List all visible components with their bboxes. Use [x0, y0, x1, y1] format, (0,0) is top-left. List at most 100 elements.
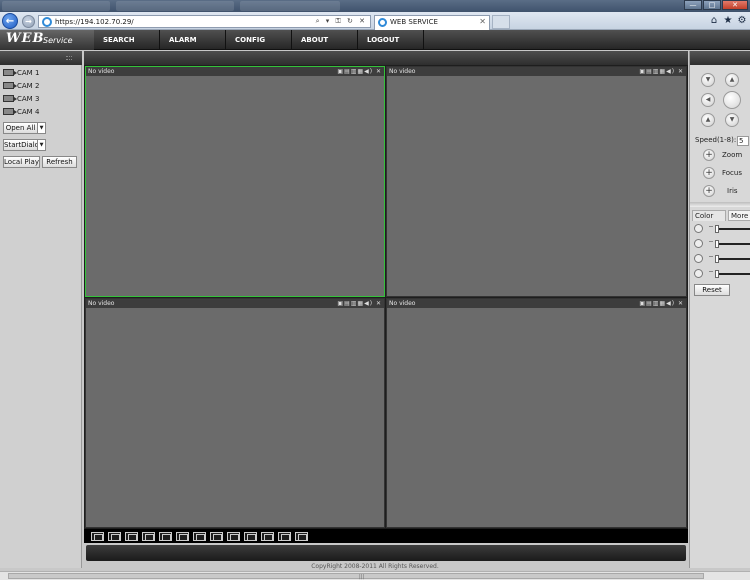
contrast-slider-row[interactable]	[694, 238, 750, 250]
pane-control-icons[interactable]: ▣▤▥▦◀) ✕	[337, 299, 382, 308]
split-layout-button-5[interactable]	[159, 532, 172, 541]
camera-icon	[3, 69, 17, 76]
open-all-dropdown-icon[interactable]: ▼	[37, 122, 46, 134]
minus-icon[interactable]	[709, 226, 713, 227]
minus-icon[interactable]	[709, 271, 713, 272]
split-layout-button-12[interactable]	[278, 532, 291, 541]
app-header: WEB Service SEARCH ALARM CONFIG ABOUT LO…	[0, 30, 750, 50]
browser-nav-bar: ← → https://194.102.70.29/ ⌕ ▾ ⚿ ↻ ✕ WEB…	[0, 12, 750, 30]
split-layout-button-7[interactable]	[193, 532, 206, 541]
camera-label: CAM 4	[17, 108, 40, 116]
speed-select[interactable]: 5	[737, 136, 749, 146]
split-layout-button-10[interactable]	[244, 532, 257, 541]
tab-color[interactable]: Color	[692, 210, 726, 221]
split-layout-button-2[interactable]	[108, 532, 121, 541]
start-dialog-dropdown-icon[interactable]: ▼	[37, 139, 46, 151]
scrollbar-thumb[interactable]: |||	[8, 573, 704, 580]
background-window-tab[interactable]	[116, 1, 234, 11]
split-layout-button-13[interactable]	[295, 532, 308, 541]
camera-item-3[interactable]: CAM 3	[3, 93, 73, 105]
saturation-slider-row[interactable]	[694, 253, 750, 265]
forward-button[interactable]: →	[22, 15, 35, 28]
background-window-tab[interactable]	[240, 1, 340, 11]
new-tab-button[interactable]	[492, 15, 510, 29]
brightness-slider-thumb[interactable]	[715, 225, 719, 233]
pane-control-icons[interactable]: ▣▤▥▦◀) ✕	[337, 67, 382, 76]
ptz-up-left-button[interactable]: ▼	[701, 73, 715, 87]
menu-search[interactable]: SEARCH	[94, 30, 160, 50]
split-layout-button-6[interactable]	[176, 532, 189, 541]
video-pane-4[interactable]: No video ▣▤▥▦◀) ✕	[386, 298, 687, 528]
minus-icon[interactable]	[709, 256, 713, 257]
back-button[interactable]: ←	[2, 13, 18, 29]
hue-slider-row[interactable]	[694, 268, 750, 280]
address-bar[interactable]: https://194.102.70.29/ ⌕ ▾ ⚿ ↻ ✕	[38, 15, 371, 28]
menu-logout[interactable]: LOGOUT	[358, 30, 424, 50]
video-pane-1[interactable]: No video ▣▤▥▦◀) ✕	[85, 66, 385, 297]
pane-title-bar: No video ▣▤▥▦◀) ✕	[86, 67, 384, 76]
split-layout-button-11[interactable]	[261, 532, 274, 541]
camera-label: CAM 3	[17, 95, 40, 103]
saturation-slider-track[interactable]	[716, 258, 750, 260]
hue-slider-thumb[interactable]	[715, 270, 719, 278]
local-play-button[interactable]: Local Play	[3, 156, 40, 168]
zoom-plus-button[interactable]: +	[703, 149, 715, 161]
home-icon[interactable]: ⌂	[708, 14, 720, 28]
pane-control-icons[interactable]: ▣▤▥▦◀) ✕	[639, 299, 684, 308]
ptz-left-button[interactable]: ◀	[701, 93, 715, 107]
panel-divider[interactable]	[690, 202, 750, 207]
contrast-slider-track[interactable]	[716, 243, 750, 245]
saturation-slider-thumb[interactable]	[715, 255, 719, 263]
menu-config[interactable]: CONFIG	[226, 30, 292, 50]
split-layout-button-3[interactable]	[125, 532, 138, 541]
start-dialog-button[interactable]: StartDialog	[3, 139, 43, 151]
camera-icon	[3, 95, 17, 102]
minus-icon[interactable]	[709, 241, 713, 242]
camera-item-1[interactable]: CAM 1	[3, 67, 73, 79]
window-close-button[interactable]: ✕	[722, 0, 748, 10]
horizontal-scrollbar[interactable]: |||	[0, 571, 750, 580]
pane-control-icons[interactable]: ▣▤▥▦◀) ✕	[639, 67, 684, 76]
video-pane-2[interactable]: No video ▣▤▥▦◀) ✕	[386, 66, 687, 297]
logo-sub-text: Service	[43, 36, 73, 45]
menu-alarm[interactable]: ALARM	[160, 30, 226, 50]
maximize-button[interactable]: □	[703, 0, 721, 10]
tab-web-service[interactable]: WEB SERVICE ✕	[374, 15, 490, 30]
contrast-slider-thumb[interactable]	[715, 240, 719, 248]
brightness-slider-track[interactable]	[716, 228, 750, 230]
tab-more[interactable]: More	[728, 210, 750, 221]
screen: — □ ✕ ← → https://194.102.70.29/ ⌕ ▾ ⚿ ↻…	[0, 0, 750, 580]
ptz-down-button[interactable]: ▼	[725, 113, 739, 127]
tools-gear-icon[interactable]: ⚙	[736, 14, 748, 28]
ptz-center-button[interactable]	[723, 91, 741, 109]
tab-close-icon[interactable]: ✕	[479, 17, 486, 27]
video-grid: No video ▣▤▥▦◀) ✕ No video ▣▤▥▦◀) ✕ No v…	[84, 65, 688, 529]
video-toolbar-strip	[84, 51, 688, 65]
minimize-button[interactable]: —	[684, 0, 702, 10]
web-service-logo: WEB Service	[0, 30, 94, 50]
hue-slider-track[interactable]	[716, 273, 750, 275]
iris-plus-button[interactable]: +	[703, 185, 715, 197]
reset-button[interactable]: Reset	[694, 284, 730, 296]
split-layout-button-8[interactable]	[210, 532, 223, 541]
refresh-button[interactable]: Refresh	[42, 156, 77, 168]
menu-about[interactable]: ABOUT	[292, 30, 358, 50]
focus-plus-button[interactable]: +	[703, 167, 715, 179]
split-layout-button-9[interactable]	[227, 532, 240, 541]
ptz-down-left-button[interactable]: ▲	[701, 113, 715, 127]
favorites-star-icon[interactable]: ★	[722, 14, 734, 28]
camera-item-4[interactable]: CAM 4	[3, 106, 73, 118]
background-window-tab[interactable]	[2, 1, 110, 11]
open-all-button[interactable]: Open All	[3, 122, 38, 134]
address-tools-icons[interactable]: ⌕ ▾ ⚿ ↻ ✕	[316, 16, 367, 27]
camera-item-2[interactable]: CAM 2	[3, 80, 73, 92]
brightness-slider-row[interactable]	[694, 223, 750, 235]
ptz-up-button[interactable]: ▲	[725, 73, 739, 87]
split-layout-button-1[interactable]	[91, 532, 104, 541]
split-layout-button-4[interactable]	[142, 532, 155, 541]
address-url[interactable]: https://194.102.70.29/	[55, 17, 134, 27]
video-pane-3[interactable]: No video ▣▤▥▦◀) ✕	[85, 298, 385, 528]
saturation-icon	[694, 254, 703, 263]
panel-grip-icon[interactable]	[66, 56, 72, 60]
tab-title: WEB SERVICE	[390, 18, 438, 26]
